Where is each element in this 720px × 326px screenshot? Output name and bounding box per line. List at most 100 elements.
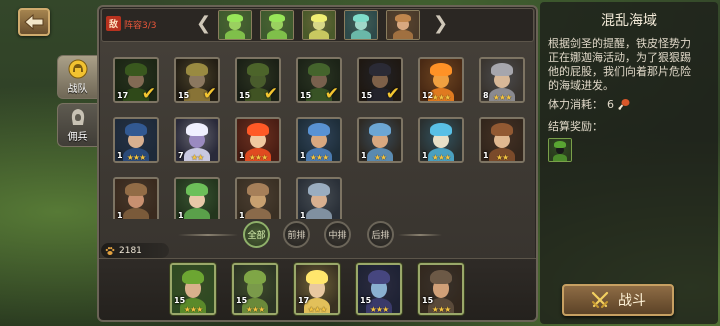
checkmark-icon: ✔ (141, 84, 156, 103)
reward-label: 结算奖励： (548, 120, 603, 133)
hero-level: 1 (300, 151, 306, 160)
filter-middle[interactable]: 中排 (324, 221, 351, 248)
hero-card[interactable]: ★★★ 8 (479, 57, 525, 103)
portrait-hair (186, 63, 208, 76)
hero-card[interactable]: 1 (113, 177, 159, 219)
portrait-hair (310, 13, 328, 23)
hero-level: 1 (239, 151, 245, 160)
star-icon: ★ (196, 305, 203, 314)
battle-button[interactable]: 战斗 (562, 284, 674, 316)
portrait-hair (125, 123, 147, 136)
enemy-portrait-slot[interactable] (302, 10, 336, 40)
portrait-body (266, 30, 288, 39)
filter-all[interactable]: 全部 (243, 221, 270, 248)
stage-description-line: 正在娜迦海活动，为了狠狠踢 (548, 51, 691, 64)
hero-level: 15 (360, 296, 372, 305)
teal-ghoul-portrait (345, 11, 377, 39)
star-icon: ★ (505, 93, 512, 102)
stage-description-line: 他的屁股，我们向着那片危险 (548, 65, 691, 78)
back-arrow-icon (24, 14, 44, 30)
hero-card[interactable]: 15 ✔ (357, 57, 403, 103)
team-power-value: 2181 (119, 245, 142, 256)
star-icon: ★ (444, 153, 451, 162)
portrait-hair (308, 63, 330, 76)
hero-card[interactable]: ★★★ 1 (296, 117, 342, 163)
portrait-hair (369, 123, 391, 136)
hero-card[interactable]: ★★★ 1 (418, 117, 464, 163)
checkmark-icon: ✔ (263, 84, 278, 103)
back-button[interactable] (18, 8, 50, 36)
hero-card[interactable]: 1 (174, 177, 220, 219)
stamina-cost-label: 体力消耗： (548, 98, 603, 111)
hero-card[interactable]: ★★ 1 (479, 117, 525, 163)
hero-card[interactable]: ★★★ 1 (113, 117, 159, 163)
checkmark-icon: ✔ (324, 84, 339, 103)
green-hooded-hero-icon (549, 139, 571, 161)
portrait-body (392, 30, 414, 39)
portrait-hair (186, 183, 208, 196)
hero-level: 1 (483, 151, 489, 160)
hero-roster[interactable]: 17 ✔ 15 ✔ 15 ✔ 15 ✔ 15 ✔ ★★★ 12 ★★★ 8 ★★★ 1 ★★ 7 ★★★ 1 ★★★ 1 ★… (104, 50, 534, 219)
stamina-cost: 体力消耗： 6 (548, 96, 630, 112)
star-icon: ★ (258, 305, 265, 314)
filter-front-label: 前排 (287, 231, 306, 241)
reward-item[interactable] (548, 138, 572, 162)
hero-level: 1 (117, 151, 123, 160)
enemy-portrait-slot[interactable] (218, 10, 252, 40)
portrait-body (244, 207, 272, 219)
stage-description-line: 的海域进发。 (548, 79, 614, 92)
crossed-swords-icon (591, 291, 609, 308)
portrait-hair (125, 183, 147, 196)
pirate-captain-portrait (387, 11, 419, 39)
stamina-cost-value: 6 (607, 97, 614, 111)
chevron-left-icon[interactable]: ❮ (196, 13, 211, 35)
portrait-hair (369, 63, 391, 76)
enemy-portrait-slot[interactable] (344, 10, 378, 40)
hero-level: 15 (239, 91, 251, 100)
portrait-hair (430, 123, 452, 136)
filter-all-label: 全部 (247, 231, 266, 241)
portrait-hair (308, 123, 330, 136)
enemy-portrait-slot[interactable] (386, 10, 420, 40)
hero-level: 17 (117, 91, 129, 100)
portrait-body (224, 30, 246, 39)
hero-card[interactable]: 15 ✔ (296, 57, 342, 103)
hero-card[interactable]: ★★ 7 (174, 117, 220, 163)
hero-card[interactable]: 17 ✔ (113, 57, 159, 103)
portrait-hair (226, 13, 244, 23)
team-slot[interactable]: ★★★ 15 (232, 263, 278, 315)
hero-card[interactable]: 1 (235, 177, 281, 219)
hero-card[interactable]: ★★ 1 (357, 117, 403, 163)
portrait-hair (308, 183, 330, 196)
portrait-hair (306, 269, 328, 285)
filter-back-label: 后排 (371, 231, 390, 241)
hero-level: 8 (483, 91, 489, 100)
tab-team[interactable]: 战队 (57, 55, 97, 99)
portrait-hair (430, 63, 452, 76)
divider-ornament (178, 234, 238, 236)
enemy-badge: 敌 (106, 16, 121, 31)
hero-level: 17 (298, 296, 310, 305)
team-slot[interactable]: ★★★ 15 (418, 263, 464, 315)
hero-card[interactable]: ★★★ 12 (418, 57, 464, 103)
enemy-portrait-slot[interactable] (260, 10, 294, 40)
hero-card[interactable]: 15 ✔ (174, 57, 220, 103)
filter-back[interactable]: 后排 (367, 221, 394, 248)
paw-icon (105, 246, 115, 255)
filter-front[interactable]: 前排 (283, 221, 310, 248)
hero-card[interactable]: 1 (296, 177, 342, 219)
hero-card[interactable]: 15 ✔ (235, 57, 281, 103)
hero-card[interactable]: ★★★ 1 (235, 117, 281, 163)
portrait-hair (430, 269, 452, 285)
hero-level: 15 (236, 296, 248, 305)
team-slot[interactable]: ★★★ 15 (170, 263, 216, 315)
tab-mercenary[interactable]: 佣兵 (57, 103, 97, 147)
team-slot[interactable]: ★★★ 17 (294, 263, 340, 315)
hero-level: 1 (300, 211, 306, 219)
star-icon: ★ (320, 305, 327, 314)
star-icon: ★ (380, 153, 387, 162)
chevron-right-icon[interactable]: ❯ (433, 13, 448, 35)
meat-icon (618, 99, 630, 110)
green-dragon-portrait (261, 11, 293, 39)
team-slot[interactable]: ★★★ 15 (356, 263, 402, 315)
